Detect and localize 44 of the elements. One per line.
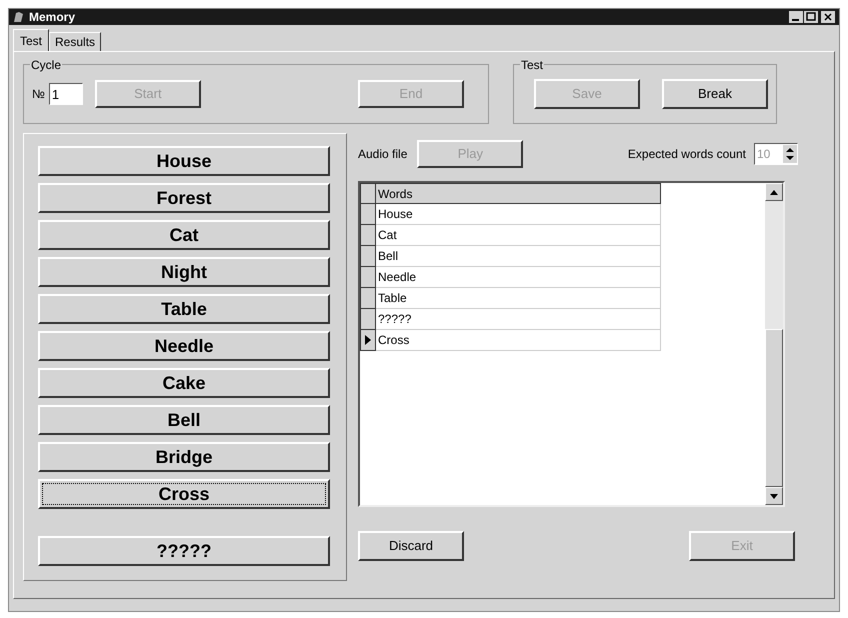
table-cell: Needle: [376, 267, 661, 288]
expected-count-label: Expected words count: [628, 146, 746, 163]
row-indicator[interactable]: [360, 288, 376, 309]
table-cell: Cross: [376, 330, 661, 351]
row-indicator[interactable]: [360, 204, 376, 225]
table-cell: Table: [376, 288, 661, 309]
word-button[interactable]: ?????: [38, 536, 330, 566]
row-indicator[interactable]: [360, 330, 376, 351]
cycle-number-field[interactable]: 1: [48, 83, 83, 105]
scrollbar[interactable]: [765, 183, 783, 505]
column-header[interactable]: Words: [376, 183, 661, 204]
table-cell: Bell: [376, 246, 661, 267]
word-button[interactable]: Table: [38, 294, 330, 324]
maximize-icon[interactable]: [804, 11, 818, 23]
scroll-up-icon[interactable]: [770, 190, 778, 194]
row-indicator[interactable]: [360, 246, 376, 267]
word-button[interactable]: Forest: [38, 183, 330, 213]
window-title: Memory: [29, 9, 76, 26]
current-row-icon: [365, 335, 371, 345]
word-button[interactable]: House: [38, 146, 330, 176]
app-icon: [13, 11, 25, 23]
word-button[interactable]: Cross: [38, 479, 330, 509]
tab[interactable]: Test: [13, 29, 50, 51]
word-button[interactable]: Needle: [38, 331, 330, 361]
word-button[interactable]: Cat: [38, 220, 330, 250]
row-indicator-header: [360, 183, 376, 204]
word-button[interactable]: Night: [38, 257, 330, 287]
scroll-down-icon[interactable]: [770, 494, 778, 498]
word-button[interactable]: Bridge: [38, 442, 330, 472]
cycle-number-label: №: [32, 86, 45, 103]
minimize-icon[interactable]: [789, 11, 803, 23]
table-cell: Cat: [376, 225, 661, 246]
table-cell: House: [376, 204, 661, 225]
row-indicator[interactable]: [360, 267, 376, 288]
word-button[interactable]: Cake: [38, 368, 330, 398]
tab[interactable]: Results: [49, 32, 102, 51]
discard-button[interactable]: Discard: [358, 531, 464, 561]
row-indicator[interactable]: [360, 309, 376, 330]
word-button[interactable]: Bell: [38, 405, 330, 435]
table-cell: ?????: [376, 309, 661, 330]
audio-file-label: Audio file: [358, 146, 408, 163]
break-button[interactable]: Break: [662, 79, 768, 109]
row-indicator[interactable]: [360, 225, 376, 246]
close-icon[interactable]: [821, 11, 835, 23]
